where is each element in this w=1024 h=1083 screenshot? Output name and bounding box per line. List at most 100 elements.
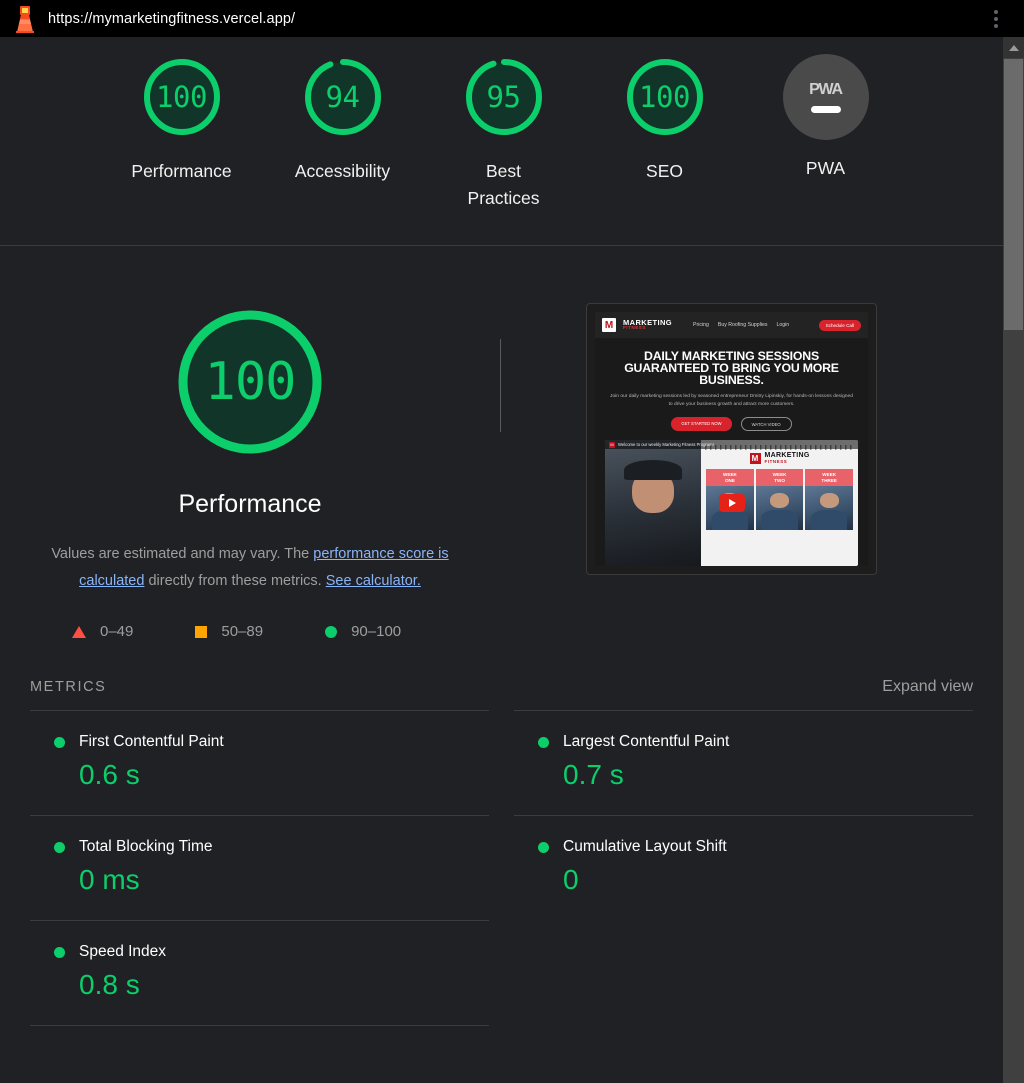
- category-right-column: M MARKETING FITNESS Pricing Buy Roofing …: [480, 302, 983, 575]
- metric-value: 0: [563, 864, 579, 895]
- thumbnail-site-nav: M MARKETING FITNESS Pricing Buy Roofing …: [595, 312, 868, 338]
- scroll-up-arrow-icon[interactable]: [1003, 37, 1024, 58]
- gauge-ring-accessibility: 94: [297, 51, 389, 143]
- extension-header: https://mymarketingfitness.vercel.app/: [0, 0, 1024, 37]
- calendar-title: MARKETING FITNESS: [765, 452, 810, 464]
- score-gauge-pwa[interactable]: PWA PWA: [760, 51, 891, 182]
- metric-name: Speed Index: [79, 943, 167, 960]
- calendar-week-two-header: WEEK TWO: [755, 469, 804, 486]
- calendar-week-three: WEEK THREE: [805, 469, 853, 530]
- legend-range-average: 50–89: [221, 623, 264, 640]
- thumbnail-video-title: Welcome to our weekly Marketing Fitness …: [618, 442, 714, 447]
- metric-name: First Contentful Paint: [79, 733, 224, 750]
- calendar-week-three-photo: [805, 486, 853, 530]
- metrics-grid-spacer: [514, 920, 973, 1026]
- expand-view-button[interactable]: Expand view: [882, 678, 973, 696]
- gauge-ring-seo: 100: [619, 51, 711, 143]
- metric-header: Total Blocking Time: [54, 838, 489, 856]
- thumbnail-hero-subheading: Join our daily marketing sessions led by…: [610, 394, 853, 407]
- youtube-play-icon: [718, 494, 745, 512]
- metric-status-pass-icon: [54, 841, 65, 853]
- thumbnail-secondary-button: WATCH VIDEO: [740, 417, 792, 431]
- gauge-value-accessibility: 94: [325, 79, 360, 114]
- category-score-value: 100: [204, 352, 297, 412]
- metric-header: Largest Contentful Paint: [538, 733, 973, 751]
- vertical-scrollbar[interactable]: [1003, 37, 1024, 1083]
- metric-status-pass-icon: [538, 841, 549, 853]
- category-score-gauge: 100: [170, 302, 330, 462]
- metric-total-blocking-time[interactable]: Total Blocking Time 0 ms: [30, 815, 489, 920]
- square-average-icon: [195, 625, 208, 638]
- gauge-label-best-practices: Best Practices: [468, 158, 540, 212]
- gauge-label-performance: Performance: [131, 161, 232, 181]
- metric-header: First Contentful Paint: [54, 733, 489, 751]
- metric-header: Cumulative Layout Shift: [538, 838, 973, 856]
- thumbnail-video-embed: M Welcome to our weekly Marketing Fitnes…: [605, 440, 858, 566]
- metric-value: 0.6 s: [79, 759, 140, 790]
- calendar-week-one-header: WEEK ONE: [706, 469, 754, 486]
- thumbnail-hero-heading: DAILY MARKETING SESSIONS GUARANTEED TO B…: [624, 349, 839, 387]
- metric-status-pass-icon: [54, 946, 65, 958]
- calendar-title-line1: MARKETING: [764, 452, 810, 459]
- circle-pass-icon: [325, 625, 338, 638]
- gauge-value-seo: 100: [639, 79, 690, 114]
- metrics-section-title: METRICS: [30, 679, 107, 695]
- metric-first-contentful-paint[interactable]: First Contentful Paint 0.6 s: [30, 710, 489, 815]
- calendar-week-two: WEEK TWO: [755, 469, 804, 530]
- score-gauges-strip: 100 Performance 94 Accessibility 95 Best…: [0, 37, 1003, 246]
- lighthouse-icon: [12, 4, 38, 34]
- calendar-week-two-photo: [755, 486, 804, 530]
- pwa-badge-text: PWA: [809, 80, 843, 98]
- gauge-label-best-practices-line2: Practices: [467, 188, 540, 208]
- calendar-week-one-line2: ONE: [724, 477, 735, 483]
- kebab-menu-icon[interactable]: [984, 4, 1008, 34]
- metrics-header: METRICS Expand view: [20, 678, 983, 696]
- metric-name: Total Blocking Time: [79, 838, 213, 855]
- metric-status-pass-icon: [538, 736, 549, 748]
- score-gauge-best-practices[interactable]: 95 Best Practices: [438, 51, 569, 212]
- score-gauge-accessibility[interactable]: 94 Accessibility: [277, 51, 408, 185]
- thumbnail-hero: DAILY MARKETING SESSIONS GUARANTEED TO B…: [595, 338, 868, 431]
- legend-item-average: 50–89: [195, 623, 263, 640]
- thumbnail-nav-link-2: Login: [776, 322, 790, 328]
- scrollbar-thumb[interactable]: [1004, 59, 1023, 330]
- gauge-ring-best-practices: 95: [458, 51, 550, 143]
- metric-header: Speed Index: [54, 943, 489, 961]
- pwa-dash-icon: [810, 105, 841, 113]
- gauge-ring-performance: 100: [136, 51, 228, 143]
- thumbnail-nav-links: Pricing Buy Roofing Supplies Login: [693, 322, 789, 328]
- metric-name: Cumulative Layout Shift: [563, 838, 727, 855]
- metric-cumulative-layout-shift[interactable]: Cumulative Layout Shift 0: [514, 815, 973, 920]
- metric-speed-index[interactable]: Speed Index 0.8 s: [30, 920, 489, 1026]
- calendar-week-three-header: WEEK THREE: [805, 469, 853, 486]
- legend-range-pass: 90–100: [351, 623, 402, 640]
- metric-name: Largest Contentful Paint: [563, 733, 730, 750]
- score-gauge-performance[interactable]: 100 Performance: [116, 51, 247, 185]
- gauge-label-pwa: PWA: [805, 158, 846, 178]
- metric-value: 0.7 s: [563, 759, 624, 790]
- metric-value: 0 ms: [79, 864, 140, 895]
- thumbnail-video-person: [605, 440, 702, 566]
- calendar-title-line2: FITNESS: [764, 459, 788, 464]
- score-gauge-seo[interactable]: 100 SEO: [599, 51, 730, 185]
- category-title: Performance: [178, 490, 322, 518]
- description-part-1: Values are estimated and may vary. The: [51, 546, 314, 562]
- metric-status-pass-icon: [54, 736, 65, 748]
- thumbnail-video-badge-icon: M: [609, 441, 615, 448]
- calendar-week-three-line2: THREE: [821, 477, 837, 483]
- metrics-grid: First Contentful Paint 0.6 s Largest Con…: [20, 710, 983, 1026]
- legend-range-fail: 0–49: [100, 623, 134, 640]
- triangle-fail-icon: [72, 625, 86, 638]
- gauge-value-best-practices: 95: [486, 79, 521, 114]
- legend-item-pass: 90–100: [325, 623, 401, 640]
- legend-item-fail: 0–49: [72, 623, 133, 640]
- thumbnail-logo-icon: M: [602, 318, 616, 332]
- metric-largest-contentful-paint[interactable]: Largest Contentful Paint 0.7 s: [514, 710, 973, 815]
- gauge-label-seo: SEO: [646, 161, 683, 181]
- thumbnail-primary-button: GET STARTED NOW: [671, 417, 732, 431]
- see-calculator-link[interactable]: See calculator.: [326, 573, 421, 589]
- page-screenshot-thumbnail[interactable]: M MARKETING FITNESS Pricing Buy Roofing …: [586, 303, 877, 575]
- thumbnail-video-titlebar: M Welcome to our weekly Marketing Fitnes…: [605, 440, 858, 449]
- gauge-label-accessibility: Accessibility: [294, 161, 391, 181]
- calendar-header: M MARKETING FITNESS: [706, 452, 853, 464]
